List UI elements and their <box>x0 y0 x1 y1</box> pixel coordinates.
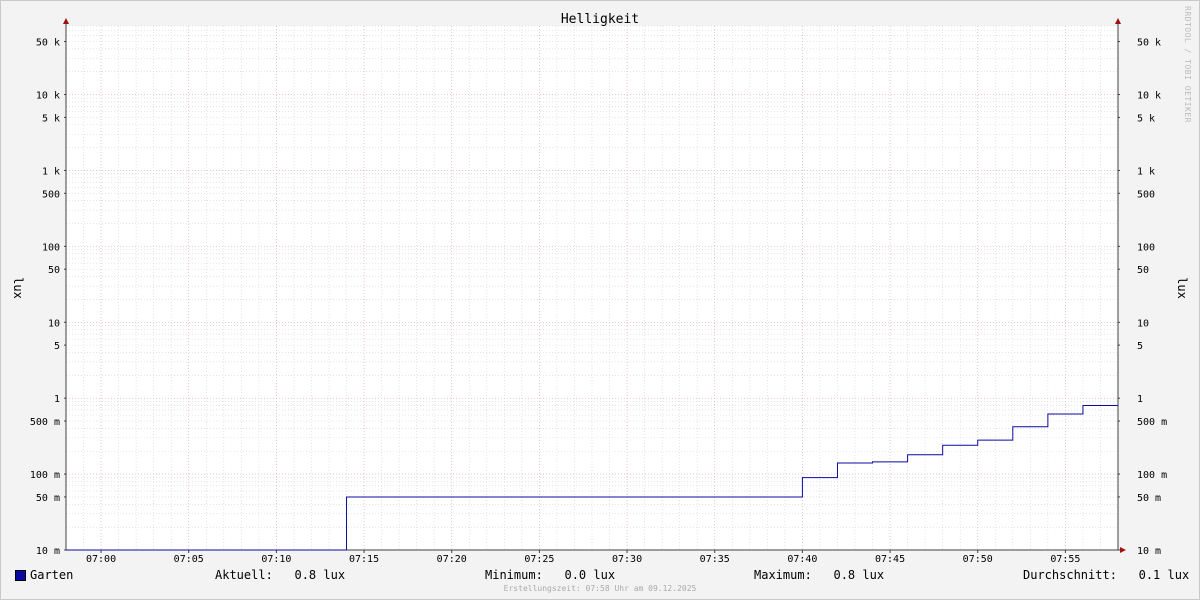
y-tick-label: 50 <box>1137 265 1149 276</box>
y-tick-label: 10 <box>1137 318 1149 329</box>
chart-canvas: 10 m 50 m 100 m 500 m 1 5 10 50 100 500 1 k 5 k 10 k… <box>0 0 1200 600</box>
y-tick-label: 10 m <box>1137 546 1161 557</box>
x-tick-label: 07:10 <box>261 554 291 565</box>
y-tick-label: 50 <box>48 265 60 276</box>
y-tick-label: 500 <box>42 189 60 200</box>
y-tick-label: 50 m <box>36 493 60 504</box>
x-tick-label: 07:00 <box>86 554 116 565</box>
y-tick-label: 50 m <box>1137 493 1161 504</box>
y-tick-label: 1 k <box>1137 166 1155 177</box>
x-tick-label: 07:40 <box>787 554 817 565</box>
x-tick-label: 07:35 <box>700 554 730 565</box>
y-tick-label: 100 m <box>1137 470 1167 481</box>
y-tick-label: 1 <box>1137 394 1143 405</box>
legend-series-name: Garten <box>30 568 74 582</box>
legend-maximum: Maximum: 0.8 lux <box>754 568 885 582</box>
y-tick-label: 500 m <box>30 417 60 428</box>
y-tick-label: 1 <box>54 394 60 405</box>
legend-minimum: Minimum: 0.0 lux <box>485 568 616 582</box>
x-tick-label: 07:55 <box>1050 554 1080 565</box>
y-tick-label: 10 k <box>1137 91 1161 102</box>
y-tick-label: 10 m <box>36 546 60 557</box>
x-tick-label: 07:30 <box>612 554 642 565</box>
y-tick-label: 5 <box>54 341 60 352</box>
y-tick-label: 50 k <box>36 37 60 48</box>
y-tick-label: 100 <box>42 242 60 253</box>
y-tick-label: 5 k <box>42 113 60 124</box>
creation-time-footer: Erstellungszeit: 07:58 Uhr am 09.12.2025 <box>503 584 697 593</box>
y-axis-label-right: lux <box>1175 277 1189 299</box>
y-tick-label: 50 k <box>1137 37 1161 48</box>
y-tick-label: 100 <box>1137 242 1155 253</box>
y-tick-label: 1 k <box>42 166 60 177</box>
chart-title: Helligkeit <box>561 12 639 27</box>
y-tick-label: 10 <box>48 318 60 329</box>
x-tick-label: 07:05 <box>174 554 204 565</box>
legend-average: Durchschnitt: 0.1 lux <box>1023 568 1190 582</box>
y-tick-label: 5 k <box>1137 113 1155 124</box>
x-tick-label: 07:25 <box>524 554 554 565</box>
x-tick-label: 07:45 <box>875 554 905 565</box>
y-tick-label: 10 k <box>36 91 60 102</box>
y-tick-label: 5 <box>1137 341 1143 352</box>
x-tick-label: 07:50 <box>963 554 993 565</box>
y-tick-label: 500 m <box>1137 417 1167 428</box>
y-axis-label-left: lux <box>11 277 25 299</box>
brightness-chart: 10 m 50 m 100 m 500 m 1 5 10 50 100 500 1 k 5 k 10 k… <box>0 0 1200 600</box>
legend-current: Aktuell: 0.8 lux <box>215 568 346 582</box>
rrdtool-watermark: RRDTOOL / TOBI OETIKER <box>1183 6 1192 123</box>
y-tick-label: 100 m <box>30 470 60 481</box>
x-tick-label: 07:20 <box>437 554 467 565</box>
y-tick-label: 500 <box>1137 189 1155 200</box>
x-tick-label: 07:15 <box>349 554 379 565</box>
legend-swatch <box>15 570 26 581</box>
